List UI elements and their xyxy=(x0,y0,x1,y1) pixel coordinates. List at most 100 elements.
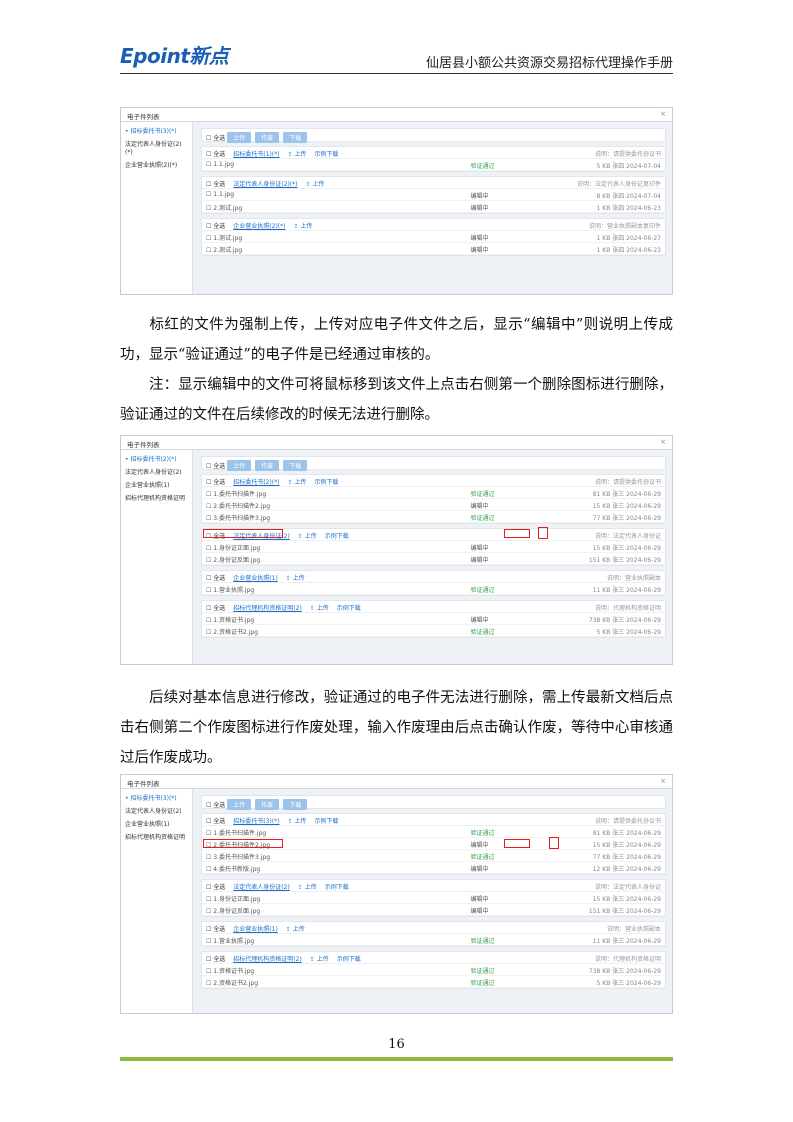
group-name[interactable]: 企业营业执照(1) xyxy=(233,575,278,582)
group-name[interactable]: 法定代表人身份证(2)(*) xyxy=(233,181,297,188)
upload-link[interactable]: ⇪ 上传 xyxy=(310,605,329,612)
upload-link[interactable]: ⇪ 上传 xyxy=(286,575,305,582)
sample-download-link[interactable]: 示例下载 xyxy=(337,605,361,612)
group-checkbox[interactable]: ☐ 全选 xyxy=(206,479,225,486)
group-header: ☐ 全选 招标委托书(3)(*) ⇪ 上传 示例下载 说明：请提供委托协议书 xyxy=(202,814,665,826)
upload-link[interactable]: ⇪ 上传 xyxy=(287,818,306,825)
sample-download-link[interactable]: 示例下载 xyxy=(325,533,349,540)
file-group: ☐ 全选 招标代理机构资格证明(2) ⇪ 上传 示例下载 说明：代理机构资格证明 ☐ 1.… xyxy=(201,951,666,989)
file-status: 验证通过 xyxy=(470,515,495,522)
sample-download-link[interactable]: 示例下载 xyxy=(337,956,361,963)
file-name[interactable]: ☐ 4.委托书新版.jpg xyxy=(206,866,260,873)
toolbar-button[interactable]: 作废 xyxy=(255,799,280,810)
sample-download-link[interactable]: 示例下载 xyxy=(314,151,338,158)
group-checkbox[interactable]: ☐ 全选 xyxy=(206,884,225,891)
file-name[interactable]: ☐ 1.1.jpg xyxy=(206,191,234,198)
paragraph-void-process: 后续对基本信息进行修改，验证通过的电子件无法进行删除，需上传最新文档后点击右侧第… xyxy=(120,690,673,766)
file-meta: 151 KB 张三 2024-06-29 xyxy=(588,557,661,564)
sidebar-item[interactable]: • 招标委托书(3)(*) xyxy=(125,795,188,803)
file-name[interactable]: ☐ 1.委托书扫描件.jpg xyxy=(206,491,266,498)
toolbar-button[interactable]: 上传 xyxy=(227,460,252,471)
group-checkbox[interactable]: ☐ 全选 xyxy=(206,605,225,612)
upload-link[interactable]: ⇪ 上传 xyxy=(286,926,305,933)
file-name[interactable]: ☐ 1.资格证书.jpg xyxy=(206,617,254,624)
file-name[interactable]: ☐ 1.资格证书.jpg xyxy=(206,968,254,975)
select-all-checkbox[interactable]: ☐ 全选 xyxy=(206,802,225,809)
file-name[interactable]: ☐ 1.营业执照.jpg xyxy=(206,938,254,945)
sidebar-item[interactable]: 招标代理机构资格证明 xyxy=(125,834,188,842)
group-checkbox[interactable]: ☐ 全选 xyxy=(206,181,225,188)
upload-link[interactable]: ⇪ 上传 xyxy=(305,181,324,188)
group-checkbox[interactable]: ☐ 全选 xyxy=(206,223,225,230)
upload-link[interactable]: ⇪ 上传 xyxy=(298,884,317,891)
sidebar-item[interactable]: 法定代表人身份证(2) xyxy=(125,469,188,477)
sidebar-item[interactable]: • 招标委托书(2)(*) xyxy=(125,456,188,464)
group-name[interactable]: 招标委托书(3)(*) xyxy=(233,818,279,825)
toolbar-button[interactable]: 下载 xyxy=(283,460,308,471)
group-checkbox[interactable]: ☐ 全选 xyxy=(206,956,225,963)
group-name[interactable]: 企业营业执照(2)(*) xyxy=(233,223,285,230)
sidebar-item[interactable]: • 招标委托书(3)(*) xyxy=(125,128,188,136)
file-name[interactable]: ☐ 1.营业执照.jpg xyxy=(206,587,254,594)
file-status: 验证通过 xyxy=(470,629,495,636)
sidebar-item[interactable]: 法定代表人身份证(2)(*) xyxy=(125,141,188,157)
file-name[interactable]: ☐ 2.委托书扫描件2.jpg xyxy=(206,503,270,510)
sidebar-item[interactable]: 企业营业执照(2)(*) xyxy=(125,162,188,170)
sample-download-link[interactable]: 示例下载 xyxy=(314,818,338,825)
sidebar-item[interactable]: 招标代理机构资格证明 xyxy=(125,495,188,503)
file-name[interactable]: ☐ 2.资格证书2.jpg xyxy=(206,629,258,636)
file-name[interactable]: ☐ 3.委托书扫描件3.jpg xyxy=(206,854,270,861)
toolbar-button[interactable]: 上传 xyxy=(227,132,252,143)
file-name[interactable]: ☐ 2.身份证反面.jpg xyxy=(206,908,260,915)
upload-link[interactable]: ⇪ 上传 xyxy=(298,533,317,540)
sidebar-item[interactable]: 企业营业执照(1) xyxy=(125,821,188,829)
file-group: ☐ 全选 招标委托书(2)(*) ⇪ 上传 示例下载 说明：请提供委托协议书 ☐ 1.委托… xyxy=(201,474,666,524)
close-icon[interactable]: × xyxy=(660,438,666,446)
file-name[interactable]: ☐ 2.测试.jpg xyxy=(206,247,242,254)
file-row: ☐ 1.营业执照.jpg 验证通过 11 KB 张三 2024-06-29 xyxy=(202,583,665,595)
file-name[interactable]: ☐ 1.身份证正面.jpg xyxy=(206,545,260,552)
group-name[interactable]: 招标委托书(2)(*) xyxy=(233,479,279,486)
toolbar-button[interactable]: 下载 xyxy=(283,799,308,810)
upload-link[interactable]: ⇪ 上传 xyxy=(293,223,312,230)
group-checkbox[interactable]: ☐ 全选 xyxy=(206,151,225,158)
group-checkbox[interactable]: ☐ 全选 xyxy=(206,926,225,933)
close-icon[interactable]: × xyxy=(660,777,666,785)
sample-download-link[interactable]: 示例下载 xyxy=(314,479,338,486)
file-name[interactable]: ☐ 3.委托书扫描件3.jpg xyxy=(206,515,270,522)
file-name[interactable]: ☐ 1.测试.jpg xyxy=(206,235,242,242)
group-name[interactable]: 招标代理机构资格证明(2) xyxy=(233,956,302,963)
upload-link[interactable]: ⇪ 上传 xyxy=(310,956,329,963)
select-all-checkbox[interactable]: ☐ 全选 xyxy=(206,463,225,470)
sidebar-item[interactable]: 企业营业执照(1) xyxy=(125,482,188,490)
group-name[interactable]: 法定代表人身份证(2) xyxy=(233,884,290,891)
toolbar-button[interactable]: 作废 xyxy=(255,132,280,143)
toolbar-button[interactable]: 下载 xyxy=(283,132,308,143)
group-hint: 说明：营业执照副本复印件 xyxy=(588,223,661,230)
group-name[interactable]: 招标代理机构资格证明(2) xyxy=(233,605,302,612)
file-meta: 738 KB 张三 2024-06-29 xyxy=(588,968,661,975)
group-hint: 说明：代理机构资格证明 xyxy=(594,605,661,612)
file-name[interactable]: ☐ 2.测试.jpg xyxy=(206,205,242,212)
file-status: 编辑中 xyxy=(470,617,489,624)
group-checkbox[interactable]: ☐ 全选 xyxy=(206,575,225,582)
file-name[interactable]: ☐ 1.身份证正面.jpg xyxy=(206,896,260,903)
sample-download-link[interactable]: 示例下载 xyxy=(325,884,349,891)
group-checkbox[interactable]: ☐ 全选 xyxy=(206,818,225,825)
select-all-checkbox[interactable]: ☐ 全选 xyxy=(206,135,225,142)
group-name[interactable]: 招标委托书(1)(*) xyxy=(233,151,279,158)
file-name[interactable]: ☐ 2.身份证反面.jpg xyxy=(206,557,260,564)
upload-link[interactable]: ⇪ 上传 xyxy=(287,479,306,486)
sidebar-item[interactable]: 法定代表人身份证(2) xyxy=(125,808,188,816)
group-name[interactable]: 企业营业执照(1) xyxy=(233,926,278,933)
file-name[interactable]: ☐ 1.委托书扫描件.jpg xyxy=(206,830,266,837)
file-meta: 15 KB 张三 2024-06-29 xyxy=(592,503,661,510)
highlight-box xyxy=(504,839,530,848)
file-name[interactable]: ☐ 1.1.jpg xyxy=(206,161,234,168)
toolbar-button[interactable]: 上传 xyxy=(227,799,252,810)
close-icon[interactable]: × xyxy=(660,110,666,118)
upload-link[interactable]: ⇪ 上传 xyxy=(287,151,306,158)
file-meta: 5 KB 张四 2024-07-04 xyxy=(596,163,661,170)
toolbar-button[interactable]: 作废 xyxy=(255,460,280,471)
file-name[interactable]: ☐ 2.资格证书2.jpg xyxy=(206,980,258,987)
